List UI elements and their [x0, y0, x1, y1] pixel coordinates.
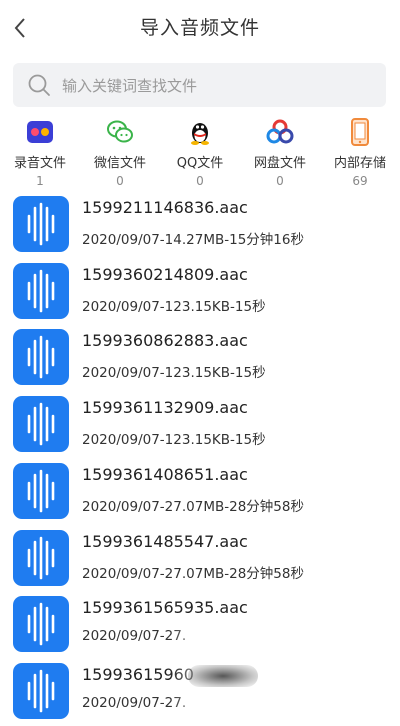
category-wechat[interactable]: 微信文件 0	[80, 115, 160, 193]
file-row[interactable]: 1599360862883.aac 2020/09/07-123.15KB-15秒	[0, 326, 400, 392]
file-meta: 2020/09/07-123.15KB-15秒	[82, 365, 266, 382]
category-count: 0	[276, 174, 284, 188]
audio-file-icon	[13, 662, 69, 719]
audio-file-icon	[13, 396, 69, 453]
file-name: 1599361565935.aac	[82, 598, 248, 618]
audio-wave-icon	[27, 269, 55, 312]
category-qq[interactable]: QQ文件 0	[160, 115, 240, 193]
phone-storage-icon	[351, 118, 369, 146]
audio-file-icon	[13, 329, 69, 386]
category-label: 网盘文件	[253, 156, 306, 171]
category-count: 69	[352, 174, 368, 188]
category-label: 录音文件	[13, 156, 66, 171]
loading-indicator	[188, 665, 258, 687]
category-count: 0	[196, 174, 204, 188]
category-cloud-drive[interactable]: 网盘文件 0	[240, 115, 320, 193]
audio-wave-icon	[27, 202, 55, 246]
file-row[interactable]: 1599360214809.aac 2020/09/07-123.15KB-15秒	[0, 260, 400, 326]
category-label: QQ文件	[176, 156, 224, 171]
audio-file-icon	[13, 529, 69, 586]
audio-file-icon	[13, 596, 69, 653]
search-icon	[28, 74, 50, 96]
category-label: 内部存储	[333, 156, 386, 171]
category-count: 0	[116, 174, 124, 188]
audio-file-icon	[13, 262, 69, 319]
search-input[interactable]: 输入关键词查找文件	[62, 75, 197, 96]
recorder-icon	[27, 121, 53, 143]
category-label: 微信文件	[93, 156, 146, 171]
category-internal-storage[interactable]: 内部存储 69	[320, 115, 400, 193]
category-recorder[interactable]: 录音文件 1	[0, 115, 80, 193]
file-meta: 2020/09/07-27.07MB-28分钟58秒	[82, 565, 304, 582]
file-meta: 2020/09/07-123.15KB-15秒	[82, 432, 266, 449]
audio-file-icon	[13, 196, 69, 252]
file-name: 1599211146836.aac	[82, 198, 248, 217]
file-meta: 2020/09/07-123.15KB-15秒	[82, 298, 266, 315]
file-name: 1599361132909.aac	[82, 398, 248, 418]
file-row[interactable]: 1599361408651.aac 2020/09/07-27.07MB-28分钟…	[0, 460, 400, 526]
file-name: 1599360862883.aac	[82, 331, 248, 351]
file-row[interactable]: 1599361132909.aac 2020/09/07-123.15KB-15秒	[0, 393, 400, 459]
audio-wave-icon	[27, 536, 55, 579]
cloud-drive-icon	[266, 119, 294, 144]
file-name: 1599361485547.aac	[82, 531, 248, 551]
source-categories: 录音文件 1 微信文件 0 QQ文件 0 网盘文件 0 内部存储 69	[0, 115, 400, 193]
page-title: 导入音频文件	[139, 17, 260, 39]
file-meta: 2020/09/07-14.27MB-15分钟16秒	[82, 232, 304, 248]
file-meta: 2020/09/07-27.07MB-28分钟58秒	[82, 498, 304, 515]
audio-wave-icon	[27, 336, 55, 379]
file-name: 1599361408651.aac	[82, 464, 248, 484]
category-count: 1	[36, 174, 44, 188]
audio-wave-icon	[27, 669, 55, 713]
header-bar: 导入音频文件	[0, 0, 400, 56]
audio-wave-icon	[27, 469, 55, 513]
wechat-icon	[107, 120, 133, 143]
file-name: 1599360214809.aac	[82, 264, 248, 284]
audio-wave-icon	[27, 402, 55, 446]
qq-penguin-icon	[191, 123, 209, 145]
audio-file-icon	[13, 462, 69, 519]
search-bar[interactable]: 输入关键词查找文件	[13, 63, 386, 107]
audio-wave-icon	[27, 602, 55, 646]
file-row[interactable]: 1599211146836.aac 2020/09/07-14.27MB-15分钟…	[0, 193, 400, 259]
file-row[interactable]: 1599361485547.aac 2020/09/07-27.07MB-28分钟…	[0, 527, 400, 593]
